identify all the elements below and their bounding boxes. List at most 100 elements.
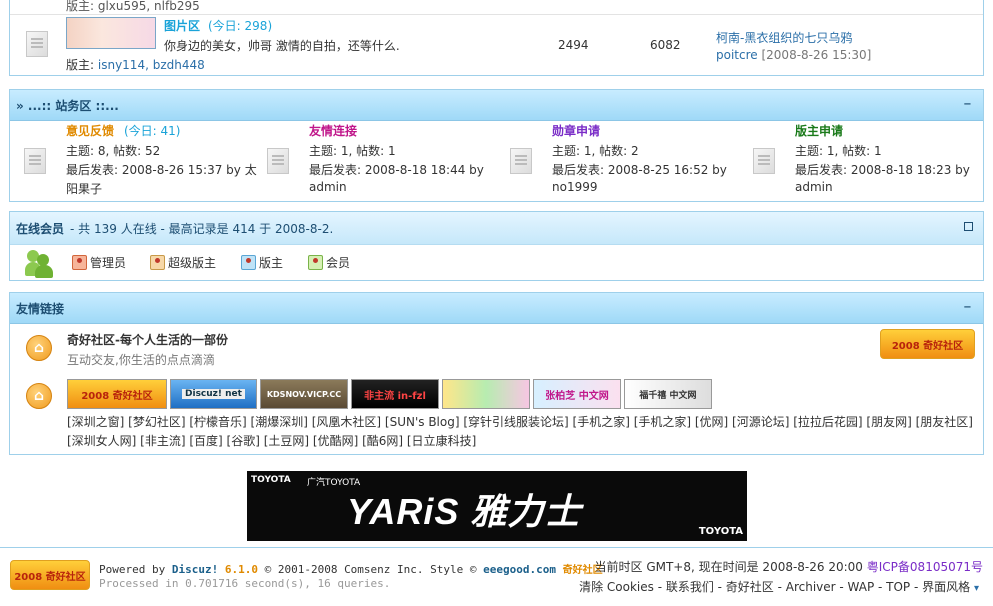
links-title: 友情链接 xyxy=(16,301,65,316)
subforum-stats: 主题: 1, 帖数: 1 xyxy=(795,144,882,158)
last-post-time: [2008-8-26 15:30] xyxy=(761,48,872,62)
copyright: © 2001-2008 Comsenz Inc. Style © xyxy=(264,563,477,576)
banner-cecilia[interactable]: 张柏芝 中文网 xyxy=(533,379,621,409)
icp-link[interactable]: 粤ICP备08105071号 xyxy=(867,560,983,574)
subforum-name[interactable]: 意见反馈 xyxy=(66,122,114,139)
member-icon xyxy=(308,255,323,270)
site-desc: 互动交友,你生活的点点滴滴 xyxy=(67,353,215,367)
powered-by: Powered by xyxy=(99,563,166,576)
category-box: » ...:: 站务区 ::... − 意见反馈 (今日: 41) 主题: 8,… xyxy=(9,89,984,202)
super-moderator-icon xyxy=(150,255,165,270)
processed-info: Processed in 0.701716 second(s), 16 quer… xyxy=(99,577,391,590)
time-line: 当前时区 GMT+8, 现在时间是 2008-8-26 20:00 粤ICP备0… xyxy=(595,558,984,575)
subforum-last2[interactable]: 阳果子 xyxy=(66,180,102,197)
subforum-last2[interactable]: admin xyxy=(309,180,347,194)
banner-kdsnov[interactable]: KDSNOV.VICP.CC xyxy=(260,379,348,409)
category-title: » ...:: 站务区 ::... xyxy=(16,98,119,113)
last-post-user[interactable]: poitcre xyxy=(716,48,758,62)
ad-brand: TOYOTA xyxy=(251,475,291,485)
subforum-3: 版主申请 主题: 1, 帖数: 1 最后发表: 2008-8-18 18:23 … xyxy=(753,120,993,200)
forum-row-box: 版主: glxu595, nlfb295 图片区 (今日: 298) 你身边的美… xyxy=(9,0,984,76)
forum-today: (今日: 298) xyxy=(208,19,273,33)
online-summary: - 共 139 人在线 - 最高记录是 414 于 2008-8-2. xyxy=(70,221,334,236)
subforum-2: 勋章申请 主题: 1, 帖数: 2 最后发表: 2008-8-25 16:52 … xyxy=(510,120,750,200)
forum-name-link[interactable]: 图片区 xyxy=(164,17,200,34)
footer-logo[interactable]: 2008 奇好社区 xyxy=(10,560,90,590)
legend-label: 版主 xyxy=(259,256,284,270)
links-box: 友情链接 − ⌂ 奇好社区-每个人生活的一部份 互动交友,你生活的点点滴滴 20… xyxy=(9,292,984,455)
ad-headline: YARiS 雅力士 xyxy=(347,491,582,532)
banner-eeegood[interactable]: 2008 奇好社区 xyxy=(67,379,167,409)
subforum-last2[interactable]: admin xyxy=(795,180,833,194)
subforum-1: 友情连接 主题: 1, 帖数: 1 最后发表: 2008-8-18 18:44 … xyxy=(267,120,507,200)
online-box: 在线会员 - 共 139 人在线 - 最高记录是 414 于 2008-8-2.… xyxy=(9,211,984,281)
subforum-last2[interactable]: no1999 xyxy=(552,180,598,194)
discuz-version: 6.1.0 xyxy=(224,563,258,576)
legend-label: 会员 xyxy=(326,256,351,270)
row-divider xyxy=(10,14,983,15)
forum-icon xyxy=(24,148,46,174)
legend-label: 管理员 xyxy=(90,256,127,270)
toyota-yaris-ad[interactable]: TOYOTA 广汽TOYOTA YARiS 雅力士 TOYOTA xyxy=(247,471,747,541)
banner-fuqianxi[interactable]: 福千禧 中文网 xyxy=(624,379,712,409)
subforum-last1: 最后发表: 2008-8-26 15:37 by 太 xyxy=(66,163,257,177)
subforum-last1: 最后发表: 2008-8-25 16:52 by xyxy=(552,163,727,177)
banner-discuz[interactable]: Discuz! net xyxy=(170,379,257,409)
moderators-top: 版主: glxu595, nlfb295 xyxy=(66,0,200,13)
subforum-name[interactable]: 勋章申请 xyxy=(552,122,600,139)
powered-line: Powered by Discuz! 6.1.0 © 2001-2008 Com… xyxy=(99,561,603,576)
category-header[interactable]: » ...:: 站务区 ::... − xyxy=(10,90,983,121)
forum-thumbnail[interactable] xyxy=(66,17,156,49)
subforum-0: 意见反馈 (今日: 41) 主题: 8, 帖数: 52 最后发表: 2008-8… xyxy=(24,120,264,200)
banner-text: Discuz! net xyxy=(182,389,245,399)
subforum-stats: 主题: 1, 帖数: 2 xyxy=(552,144,639,158)
banner-colorful[interactable] xyxy=(442,379,530,409)
online-header: 在线会员 - 共 139 人在线 - 最高记录是 414 于 2008-8-2. xyxy=(10,212,983,245)
footer-links[interactable]: 清除 Cookies - 联系我们 - 奇好社区 - Archiver - WA… xyxy=(579,580,970,594)
members-group-icon xyxy=(25,250,55,278)
forum-icon xyxy=(510,148,532,174)
subforum-last1: 最后发表: 2008-8-18 18:23 by xyxy=(795,163,970,177)
footer: 2008 奇好社区 Powered by Discuz! 6.1.0 © 200… xyxy=(0,547,993,606)
banner-text: 非主流 in-fzl xyxy=(364,390,426,402)
last-post-meta: poitcre [2008-8-26 15:30] xyxy=(716,48,871,62)
moderators-links[interactable]: isny114, bzdh448 xyxy=(98,58,205,72)
forum-icon xyxy=(753,148,775,174)
banner-infzl[interactable]: 非主流 in-fzl xyxy=(351,379,439,409)
subforum-today: (今日: 41) xyxy=(124,124,181,138)
forum-desc: 你身边的美女，帅哥 激情的自拍，还等什么. xyxy=(164,39,400,53)
footer-links-line: 清除 Cookies - 联系我们 - 奇好社区 - Archiver - WA… xyxy=(579,578,979,595)
online-title[interactable]: 在线会员 xyxy=(16,220,64,237)
home-icon: ⌂ xyxy=(26,383,52,409)
subforum-last1: 最后发表: 2008-8-18 18:44 by xyxy=(309,163,484,177)
site-name-link[interactable]: 奇好社区-每个人生活的一部份 xyxy=(67,331,228,348)
footer-logo-text: 2008 奇好社区 xyxy=(14,571,86,583)
banner-text: 2008 奇好社区 xyxy=(81,390,153,402)
moderator-icon xyxy=(241,255,256,270)
posts-count: 6082 xyxy=(650,38,681,52)
links-header[interactable]: 友情链接 − xyxy=(10,293,983,324)
text-links[interactable]: [深圳之窗] [梦幻社区] [柠檬音乐] [潮爆深圳] [风凰木社区] [SUN… xyxy=(67,413,977,451)
legend-member: 会员 xyxy=(308,254,350,271)
site-logo-text: 2008 奇好社区 xyxy=(891,340,964,352)
forum-icon xyxy=(267,148,289,174)
banner-text: 福千禧 中文网 xyxy=(639,390,697,401)
collapse-icon[interactable]: − xyxy=(962,99,973,110)
topics-count: 2494 xyxy=(558,38,589,52)
subforum-name[interactable]: 友情连接 xyxy=(309,122,357,139)
home-icon: ⌂ xyxy=(26,335,52,361)
moderators-line: 版主: isny114, bzdh448 xyxy=(66,56,205,73)
subforum-name[interactable]: 版主申请 xyxy=(795,122,843,139)
moderators-label: 版主: xyxy=(66,58,95,72)
subforum-stats: 主题: 1, 帖数: 1 xyxy=(309,144,396,158)
collapse-icon[interactable]: − xyxy=(962,302,973,313)
expand-icon[interactable] xyxy=(964,222,973,231)
discuz-link[interactable]: Discuz! xyxy=(172,563,218,576)
legend-moderator: 版主 xyxy=(241,254,283,271)
chevron-down-icon[interactable]: ▾ xyxy=(974,583,979,594)
last-post-title[interactable]: 柯南-黑衣组织的七只乌鸦 xyxy=(716,29,852,46)
admin-icon xyxy=(72,255,87,270)
banner-text: 张柏芝 中文网 xyxy=(545,390,609,402)
style-site-link[interactable]: eeegood.com xyxy=(483,563,556,576)
site-logo[interactable]: 2008 奇好社区 xyxy=(880,329,975,359)
